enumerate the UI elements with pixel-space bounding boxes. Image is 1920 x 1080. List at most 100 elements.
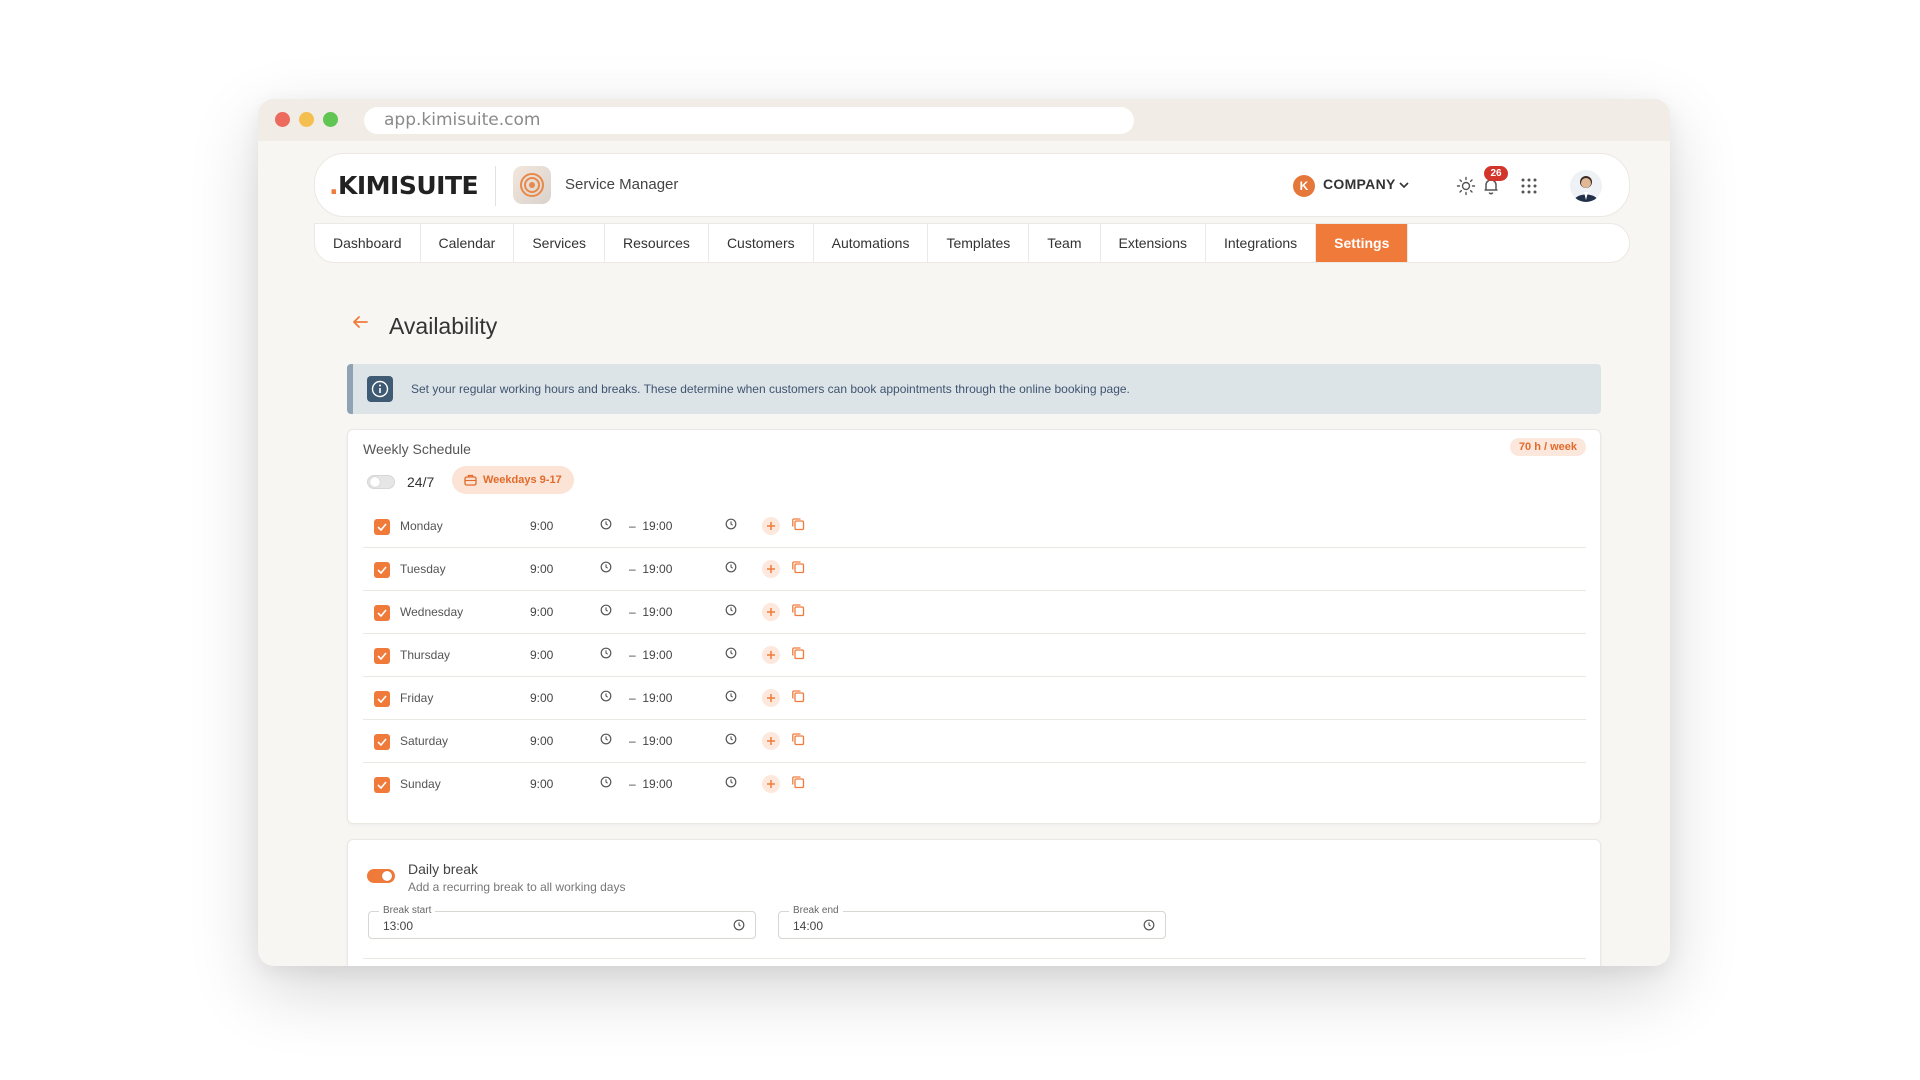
clock-icon[interactable] bbox=[733, 919, 745, 931]
break-start-field[interactable]: Break start 13:00 bbox=[368, 905, 756, 939]
grid-icon[interactable] bbox=[1517, 174, 1541, 198]
tab-resources[interactable]: Resources bbox=[605, 224, 709, 262]
arrow-left-icon[interactable] bbox=[352, 315, 368, 334]
tab-dashboard[interactable]: Dashboard bbox=[315, 224, 421, 262]
copy-icon[interactable] bbox=[791, 646, 805, 660]
tab-team[interactable]: Team bbox=[1029, 224, 1101, 262]
time-separator: – bbox=[629, 734, 636, 748]
clock-icon[interactable] bbox=[725, 518, 737, 530]
logo-dot: . bbox=[329, 171, 339, 200]
end-time-input[interactable]: – 19:00 bbox=[629, 605, 672, 619]
end-time-input[interactable]: – 19:00 bbox=[629, 777, 672, 791]
end-time-input[interactable]: – 19:00 bbox=[629, 519, 672, 533]
clock-icon[interactable] bbox=[600, 518, 612, 530]
break-end-value: 14:00 bbox=[793, 919, 824, 933]
day-checkbox[interactable] bbox=[374, 777, 390, 793]
start-time-input[interactable]: 9:00 bbox=[530, 519, 553, 533]
daily-break-subtitle: Add a recurring break to all working day… bbox=[408, 880, 626, 894]
clock-icon[interactable] bbox=[600, 776, 612, 788]
weekdays-preset-button[interactable]: Weekdays 9-17 bbox=[452, 466, 574, 494]
sun-icon[interactable] bbox=[1454, 174, 1478, 198]
clock-icon[interactable] bbox=[725, 604, 737, 616]
end-time-input[interactable]: – 19:00 bbox=[629, 691, 672, 705]
always-open-toggle[interactable] bbox=[367, 475, 395, 489]
address-bar[interactable]: app.kimisuite.com bbox=[364, 107, 1134, 134]
clock-icon[interactable] bbox=[725, 733, 737, 745]
day-checkbox[interactable] bbox=[374, 691, 390, 707]
plus-icon[interactable] bbox=[762, 560, 780, 578]
start-time-input[interactable]: 9:00 bbox=[530, 605, 553, 619]
plus-icon[interactable] bbox=[762, 775, 780, 793]
tab-settings[interactable]: Settings bbox=[1316, 224, 1409, 262]
plus-icon[interactable] bbox=[762, 603, 780, 621]
day-checkbox[interactable] bbox=[374, 519, 390, 535]
start-time-input[interactable]: 9:00 bbox=[530, 562, 553, 576]
copy-icon[interactable] bbox=[791, 732, 805, 746]
company-name: COMPANY bbox=[1323, 176, 1396, 192]
clock-icon[interactable] bbox=[600, 690, 612, 702]
maximize-window-button[interactable] bbox=[323, 112, 338, 127]
tab-extensions[interactable]: Extensions bbox=[1101, 224, 1206, 262]
tab-automations[interactable]: Automations bbox=[814, 224, 929, 262]
break-start-value: 13:00 bbox=[383, 919, 414, 933]
end-time-input[interactable]: – 19:00 bbox=[629, 648, 672, 662]
plus-icon[interactable] bbox=[762, 732, 780, 750]
end-time-value: 19:00 bbox=[642, 519, 673, 533]
briefcase-icon bbox=[464, 474, 477, 486]
copy-icon[interactable] bbox=[791, 560, 805, 574]
weekly-schedule-title: Weekly Schedule bbox=[363, 441, 471, 457]
clock-icon[interactable] bbox=[725, 561, 737, 573]
tab-services[interactable]: Services bbox=[514, 224, 606, 262]
clock-icon[interactable] bbox=[725, 647, 737, 659]
tab-templates[interactable]: Templates bbox=[928, 224, 1030, 262]
copy-icon[interactable] bbox=[791, 689, 805, 703]
main-navigation: Dashboard Calendar Services Resources Cu… bbox=[314, 223, 1630, 263]
start-time-input[interactable]: 9:00 bbox=[530, 734, 553, 748]
preset-label: Weekdays 9-17 bbox=[483, 474, 562, 486]
plus-icon[interactable] bbox=[762, 689, 780, 707]
time-separator: – bbox=[629, 519, 636, 533]
close-window-button[interactable] bbox=[275, 112, 290, 127]
clock-icon[interactable] bbox=[600, 561, 612, 573]
start-time-input[interactable]: 9:00 bbox=[530, 648, 553, 662]
clock-icon[interactable] bbox=[725, 690, 737, 702]
day-checkbox[interactable] bbox=[374, 734, 390, 750]
company-selector[interactable]: COMPANY bbox=[1323, 176, 1409, 192]
end-time-value: 19:00 bbox=[642, 648, 673, 662]
day-checkbox[interactable] bbox=[374, 648, 390, 664]
toggle-knob bbox=[370, 477, 380, 487]
clock-icon[interactable] bbox=[600, 733, 612, 745]
copy-icon[interactable] bbox=[791, 517, 805, 531]
user-avatar[interactable] bbox=[1570, 170, 1602, 202]
clock-icon[interactable] bbox=[600, 604, 612, 616]
minimize-window-button[interactable] bbox=[299, 112, 314, 127]
day-checkbox[interactable] bbox=[374, 605, 390, 621]
time-separator: – bbox=[629, 562, 636, 576]
start-time-input[interactable]: 9:00 bbox=[530, 691, 553, 705]
day-checkbox[interactable] bbox=[374, 562, 390, 578]
info-banner: Set your regular working hours and break… bbox=[347, 364, 1601, 414]
plus-icon[interactable] bbox=[762, 517, 780, 535]
clock-icon[interactable] bbox=[725, 776, 737, 788]
app-name: Service Manager bbox=[565, 176, 679, 193]
start-time-input[interactable]: 9:00 bbox=[530, 777, 553, 791]
end-time-input[interactable]: – 19:00 bbox=[629, 734, 672, 748]
break-end-field[interactable]: Break end 14:00 bbox=[778, 905, 1166, 939]
kimisuite-logo[interactable]: .KIMISUITE bbox=[329, 171, 479, 200]
copy-icon[interactable] bbox=[791, 775, 805, 789]
end-time-input[interactable]: – 19:00 bbox=[629, 562, 672, 576]
clock-icon[interactable] bbox=[1143, 919, 1155, 931]
day-row-tuesday: Tuesday 9:00 – 19:00 bbox=[363, 548, 1586, 591]
tab-customers[interactable]: Customers bbox=[709, 224, 814, 262]
copy-icon[interactable] bbox=[791, 603, 805, 617]
tab-integrations[interactable]: Integrations bbox=[1206, 224, 1317, 262]
browser-window: app.kimisuite.com .KIMISUITE Service Man… bbox=[258, 99, 1670, 966]
service-manager-app-icon[interactable] bbox=[513, 166, 551, 204]
day-row-saturday: Saturday 9:00 – 19:00 bbox=[363, 720, 1586, 763]
day-name: Friday bbox=[400, 691, 434, 705]
tab-calendar[interactable]: Calendar bbox=[421, 224, 515, 262]
clock-icon[interactable] bbox=[600, 647, 612, 659]
plus-icon[interactable] bbox=[762, 646, 780, 664]
time-separator: – bbox=[629, 605, 636, 619]
daily-break-toggle[interactable] bbox=[367, 869, 395, 883]
